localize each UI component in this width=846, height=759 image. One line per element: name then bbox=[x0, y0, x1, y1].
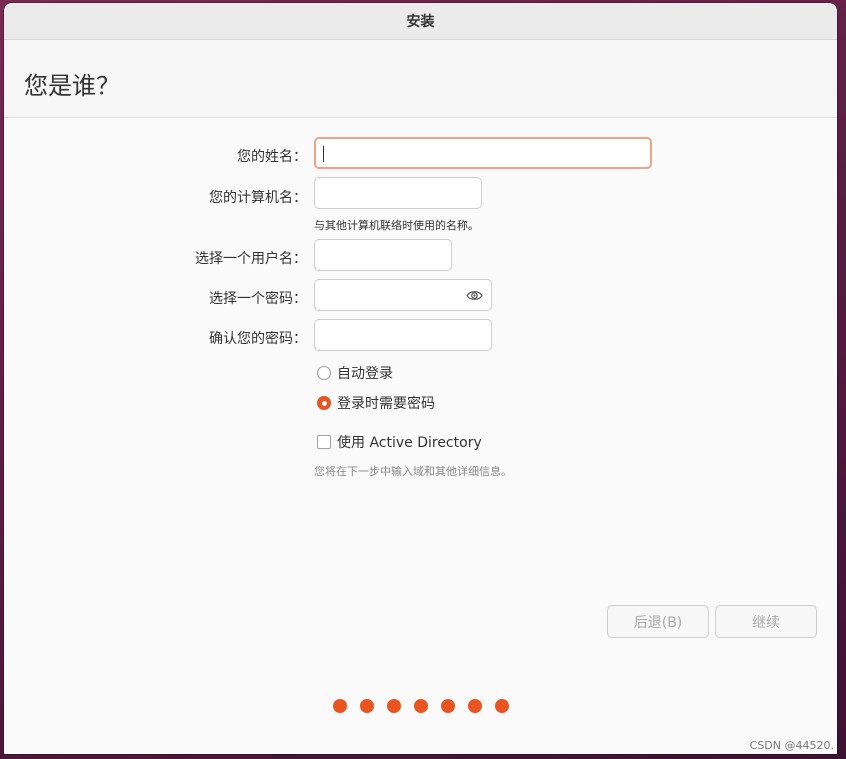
progress-dot bbox=[495, 699, 509, 713]
progress-dots bbox=[333, 699, 509, 713]
window-title: 安装 bbox=[406, 14, 435, 30]
progress-dot bbox=[387, 699, 401, 713]
progress-dot bbox=[468, 699, 482, 713]
progress-dot bbox=[441, 699, 455, 713]
progress-dot bbox=[333, 699, 347, 713]
progress-dot bbox=[414, 699, 428, 713]
active-directory-option[interactable]: 使用 Active Directory bbox=[317, 432, 482, 452]
require-password-radio[interactable] bbox=[317, 396, 331, 410]
computer-name-label: 您的计算机名： bbox=[209, 190, 307, 206]
active-directory-label: 使用 Active Directory bbox=[337, 435, 482, 451]
title-bar: 安装 bbox=[4, 3, 837, 40]
name-label: 您的姓名： bbox=[237, 149, 307, 165]
active-directory-checkbox[interactable] bbox=[317, 435, 331, 449]
password-label: 选择一个密码： bbox=[209, 291, 307, 307]
page-header: 您是谁？ bbox=[4, 40, 837, 118]
computer-name-field[interactable] bbox=[314, 177, 482, 209]
require-password-option[interactable]: 登录时需要密码 bbox=[317, 393, 435, 413]
continue-button[interactable]: 继续 bbox=[715, 605, 817, 638]
computer-name-hint: 与其他计算机联络时使用的名称。 bbox=[314, 219, 479, 232]
installer-window: 安装 您是谁？ 您的姓名： 您的计算机名： 与其他计算机联络时使用的名称。 选择… bbox=[4, 3, 837, 754]
progress-dot bbox=[360, 699, 374, 713]
text-caret bbox=[323, 146, 324, 162]
page-title: 您是谁？ bbox=[24, 72, 120, 100]
username-label: 选择一个用户名： bbox=[195, 251, 307, 267]
password-field[interactable] bbox=[314, 279, 492, 311]
confirm-password-label: 确认您的密码： bbox=[209, 331, 307, 347]
eye-icon[interactable] bbox=[466, 289, 483, 302]
auto-login-label: 自动登录 bbox=[337, 366, 393, 382]
auto-login-radio[interactable] bbox=[317, 366, 331, 380]
active-directory-hint: 您将在下一步中输入域和其他详细信息。 bbox=[314, 465, 512, 478]
auto-login-option[interactable]: 自动登录 bbox=[317, 363, 393, 383]
name-field[interactable] bbox=[314, 137, 652, 169]
watermark: CSDN @44520. bbox=[749, 739, 834, 752]
back-button[interactable]: 后退(B) bbox=[607, 605, 709, 638]
require-password-label: 登录时需要密码 bbox=[337, 396, 435, 412]
username-field[interactable] bbox=[314, 239, 452, 271]
confirm-password-field[interactable] bbox=[314, 319, 492, 351]
